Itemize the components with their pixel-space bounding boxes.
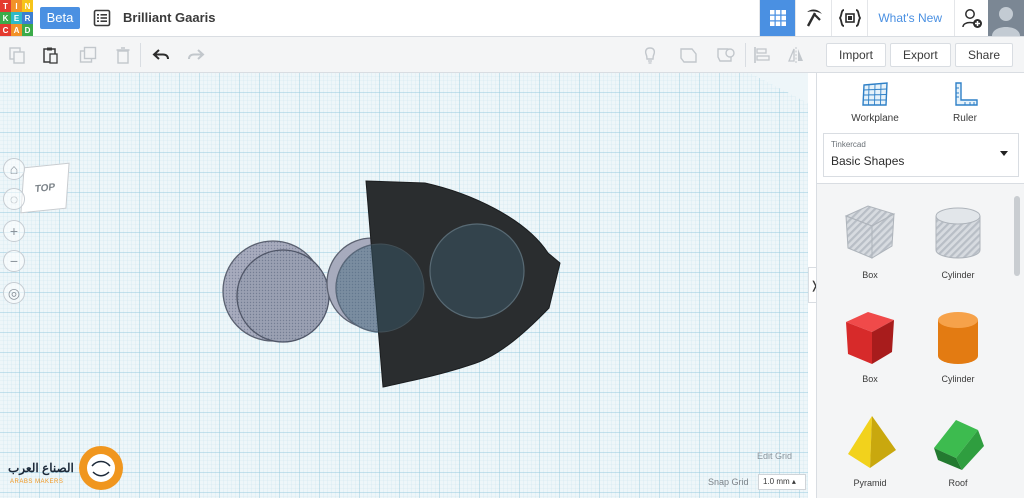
shape-box-hole[interactable]: Box [825,202,915,280]
shapes-scrollbar[interactable] [1014,196,1020,276]
workplane-tool[interactable]: Workplane [835,81,915,124]
codeblocks-icon[interactable] [831,0,867,36]
edit-grid-link[interactable]: Edit Grid [757,451,792,461]
toolbar-divider [745,43,746,67]
shape-pyramid[interactable]: Pyramid [825,410,915,488]
align-icon[interactable] [752,45,772,65]
top-bar: T I N K E R C A D Beta Brilliant Gaaris … [0,0,1024,37]
toolbar-divider [140,43,141,67]
fit-view-icon[interactable]: ◌ [3,188,25,210]
watermark-english-text: ARABS MAKERS [10,479,64,485]
shape-roof[interactable]: Roof [913,410,1003,488]
shape-label: Cylinder [941,374,975,384]
ruler-tool[interactable]: Ruler [925,81,1005,124]
show-all-icon[interactable] [679,45,699,65]
design-title[interactable]: Brilliant Gaaris [123,10,215,25]
snap-grid-label: Snap Grid [708,477,749,487]
zoom-out-icon[interactable]: − [3,250,25,272]
shape-label: Pyramid [853,478,887,488]
group-icon[interactable] [716,45,736,65]
shapes-panel: Workplane Ruler Tinkercad Basic Shapes B… [816,73,1024,498]
beta-badge: Beta [40,7,80,29]
tinkercad-editor: T I N K E R C A D Beta Brilliant Gaaris … [0,0,1024,498]
perspective-icon[interactable]: ◎ [3,282,25,304]
tinkercad-logo[interactable]: T I N K E R C A D [0,0,33,36]
duplicate-icon[interactable] [78,45,98,65]
pickaxe-icon[interactable] [795,0,831,36]
copy-icon[interactable] [7,45,27,65]
library-value: Basic Shapes [831,154,905,168]
zoom-in-icon[interactable]: + [3,220,25,242]
export-button[interactable]: Export [890,43,951,67]
import-button[interactable]: Import [826,43,887,67]
mirror-icon[interactable] [786,45,806,65]
ruler-label: Ruler [953,113,977,124]
arabs-makers-watermark: الصناع العرب ARABS MAKERS [4,441,124,495]
shape-cylinder[interactable]: Cylinder [913,306,1003,384]
ruler-icon [955,82,978,106]
redo-icon[interactable] [186,45,206,65]
edit-toolbar: Import Export Share [0,37,1024,73]
library-caption: Tinkercad [831,140,866,149]
share-button[interactable]: Share [955,43,1014,67]
shapes-grid: Box Cylinder Box Cylinder Pyramid Roof [817,183,1024,498]
workplane-canvas[interactable]: TOP ⌂ ◌ + − ◎ [0,73,808,498]
user-avatar[interactable] [988,0,1024,36]
shape-label: Box [862,374,878,384]
hole-cylinder-right[interactable] [429,223,525,319]
3d-view-grid-icon[interactable] [759,0,796,36]
workplane-grid [0,73,808,498]
snap-grid-select[interactable]: 1.0 mm ▴ [758,474,806,490]
delete-icon[interactable] [113,45,133,65]
shape-label: Cylinder [941,270,975,280]
shape-library-dropdown[interactable]: Tinkercad Basic Shapes [823,133,1019,177]
shape-cylinder-hole[interactable]: Cylinder [913,202,1003,280]
shape-label: Box [862,270,878,280]
workplane-icon [862,82,888,106]
home-view-icon[interactable]: ⌂ [3,158,25,180]
note-icon[interactable] [640,45,660,65]
design-list-icon[interactable] [93,9,111,27]
whats-new-link[interactable]: What's New [867,0,954,36]
top-right-controls: What's New [759,0,1024,36]
workplane-label: Workplane [851,113,899,124]
undo-icon[interactable] [151,45,171,65]
add-user-icon[interactable] [954,0,988,36]
view-cube[interactable]: TOP [20,162,70,214]
shape-label: Roof [948,478,968,488]
watermark-arabic-text: الصناع العرب [8,461,74,475]
shape-box[interactable]: Box [825,306,915,384]
paste-icon[interactable] [40,45,60,65]
chevron-down-icon [1000,151,1008,156]
